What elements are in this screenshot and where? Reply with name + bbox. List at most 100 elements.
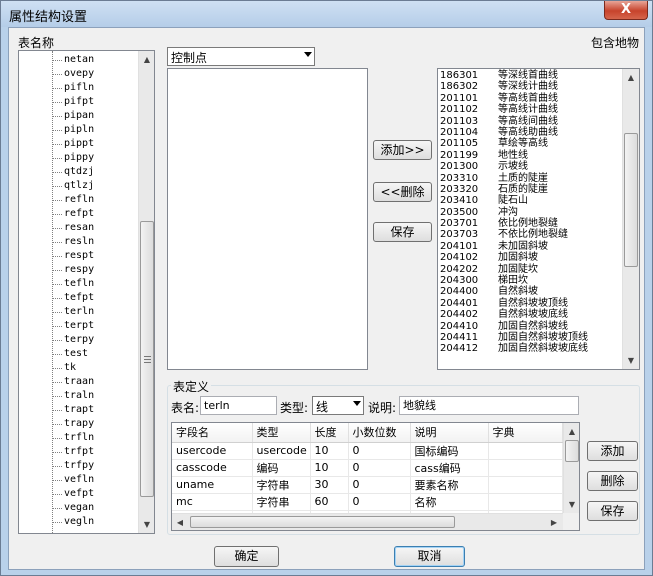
scroll-up-arrow-icon[interactable]: ▲ [623,69,639,86]
feature-item[interactable]: 201104 等高线助曲线 [440,127,588,138]
tree-item[interactable]: trfln [19,431,139,445]
table-name-input[interactable]: terln [200,396,277,415]
scroll-left-arrow-icon[interactable]: ◀ [172,514,188,530]
grid-vscroll-thumb[interactable] [565,440,579,462]
feature-item[interactable]: 204412 加固自然斜坡坡底线 [440,343,588,354]
tree-item[interactable]: vegan [19,501,139,515]
feature-item[interactable]: 203410 陡石山 [440,195,588,206]
table-cell[interactable]: 0 [348,476,411,494]
category-select[interactable]: 控制点 [167,47,315,66]
included-features-list[interactable]: 186301 等深线首曲线 186302 等深线计曲线 201101 等高线首曲线 2011… [437,68,640,370]
table-cell[interactable]: 编码 [252,459,311,477]
tree-item[interactable]: traan [19,375,139,389]
feature-item[interactable]: 201199 地性线 [440,150,588,161]
table-cell[interactable]: cass编码 [410,459,489,477]
feature-item[interactable]: 203500 冲沟 [440,207,588,218]
feature-item[interactable]: 203703 不依比例地裂缝 [440,229,588,240]
table-cell[interactable]: 10 [310,442,349,460]
tree-item[interactable]: trfpy [19,459,139,473]
tree-item[interactable]: qtlzj [19,179,139,193]
table-cell[interactable]: 国标编码 [410,442,489,460]
table-cell[interactable]: 字符串 [252,476,311,494]
tree-scrollbar[interactable]: ▲ ▼ [138,51,154,533]
tree-item[interactable]: respy [19,263,139,277]
tree-item[interactable]: terpy [19,333,139,347]
tree-item[interactable]: terpt [19,319,139,333]
table-cell[interactable]: 0 [348,493,411,511]
features-scroll-thumb[interactable] [624,133,638,267]
feature-item[interactable]: 204400 自然斜坡 [440,286,588,297]
scroll-down-arrow-icon[interactable]: ▼ [139,516,154,533]
table-row[interactable]: casscode 编码 10 0 cass编码 [172,459,563,477]
table-cell[interactable]: 字符串 [252,493,311,511]
tree-item[interactable]: trapt [19,403,139,417]
column-header[interactable]: 小数位数 [348,423,411,443]
scroll-up-arrow-icon[interactable]: ▲ [139,51,154,68]
table-cell[interactable]: 0 [348,459,411,477]
table-name-tree[interactable]: netan ovepy pifln pifpt pipan pipln pippt pippy… [18,50,155,534]
feature-item[interactable]: 203320 石质的陡崖 [440,184,588,195]
ok-button[interactable]: 确定 [214,546,279,567]
feature-item[interactable]: 201102 等高线计曲线 [440,104,588,115]
grid-hscroll-thumb[interactable] [190,516,455,528]
column-header[interactable]: 类型 [252,423,311,443]
feature-item[interactable]: 201300 示坡线 [440,161,588,172]
table-cell[interactable]: 10 [310,459,349,477]
tree-item[interactable]: pippt [19,137,139,151]
table-cell[interactable]: usercode [172,442,253,460]
table-row[interactable]: uname 字符串 30 0 要素名称 [172,476,563,494]
table-cell[interactable] [488,459,563,477]
delete-field-button[interactable]: 删除 [587,471,638,491]
grid-vertical-scrollbar[interactable]: ▲ ▼ [563,423,579,513]
table-desc-input[interactable]: 地貌线 [399,396,579,415]
scroll-down-arrow-icon[interactable]: ▼ [564,496,579,513]
grid-horizontal-scrollbar[interactable]: ◀ ▶ [172,513,563,530]
feature-item[interactable]: 186302 等深线计曲线 [440,81,588,92]
tree-item[interactable]: qtdzj [19,165,139,179]
save-features-button[interactable]: 保存 [373,222,432,242]
save-field-button[interactable]: 保存 [587,501,638,521]
table-cell[interactable]: 0 [348,442,411,460]
table-type-select[interactable]: 线 [312,396,364,415]
feature-item[interactable]: 204101 未加固斜坡 [440,241,588,252]
column-header[interactable]: 说明 [410,423,489,443]
add-field-button[interactable]: 添加 [587,441,638,461]
feature-item[interactable]: 186301 等深线首曲线 [440,70,588,81]
tree-item[interactable]: ovepy [19,67,139,81]
feature-item[interactable]: 204300 梯田坎 [440,275,588,286]
table-row[interactable]: mc 字符串 60 0 名称 [172,493,563,511]
column-header[interactable]: 长度 [310,423,349,443]
feature-item[interactable]: 201101 等高线首曲线 [440,93,588,104]
add-feature-button[interactable]: 添加>> [373,140,432,160]
tree-item[interactable]: tk [19,361,139,375]
tree-scroll-thumb[interactable] [140,221,154,497]
features-scrollbar[interactable]: ▲ ▼ [622,69,639,369]
tree-item[interactable]: pippy [19,151,139,165]
column-header[interactable]: 字典 [488,423,563,443]
feature-item[interactable]: 203701 依比例地裂缝 [440,218,588,229]
field-definition-grid[interactable]: 字段名 类型 长度 小数位数 说明 字典 usercode usercode 10 0 国标编码 c… [171,422,580,531]
feature-item[interactable]: 204202 加固陡坎 [440,264,588,275]
table-cell[interactable]: 要素名称 [410,476,489,494]
tree-item[interactable]: respt [19,249,139,263]
feature-item[interactable]: 204410 加固自然斜坡线 [440,321,588,332]
tree-item[interactable]: pipln [19,123,139,137]
feature-item[interactable]: 203310 土质的陡崖 [440,173,588,184]
table-row[interactable]: usercode usercode 10 0 国标编码 [172,442,563,460]
feature-item[interactable]: 204411 加固自然斜坡坡顶线 [440,332,588,343]
column-header[interactable]: 字段名 [172,423,253,443]
feature-item[interactable]: 201105 草绘等高线 [440,138,588,149]
table-cell[interactable] [488,442,563,460]
feature-item[interactable]: 204402 自然斜坡坡底线 [440,309,588,320]
tree-item[interactable]: pifln [19,81,139,95]
scroll-right-arrow-icon[interactable]: ▶ [546,514,562,530]
tree-item[interactable]: tefpt [19,291,139,305]
table-cell[interactable]: casscode [172,459,253,477]
table-cell[interactable]: 30 [310,476,349,494]
title-bar[interactable]: 属性结构设置 X [1,1,652,27]
tree-item[interactable]: test [19,347,139,361]
tree-item[interactable]: refln [19,193,139,207]
tree-item[interactable]: resan [19,221,139,235]
feature-item[interactable]: 204102 加固斜坡 [440,252,588,263]
tree-item[interactable]: traln [19,389,139,403]
